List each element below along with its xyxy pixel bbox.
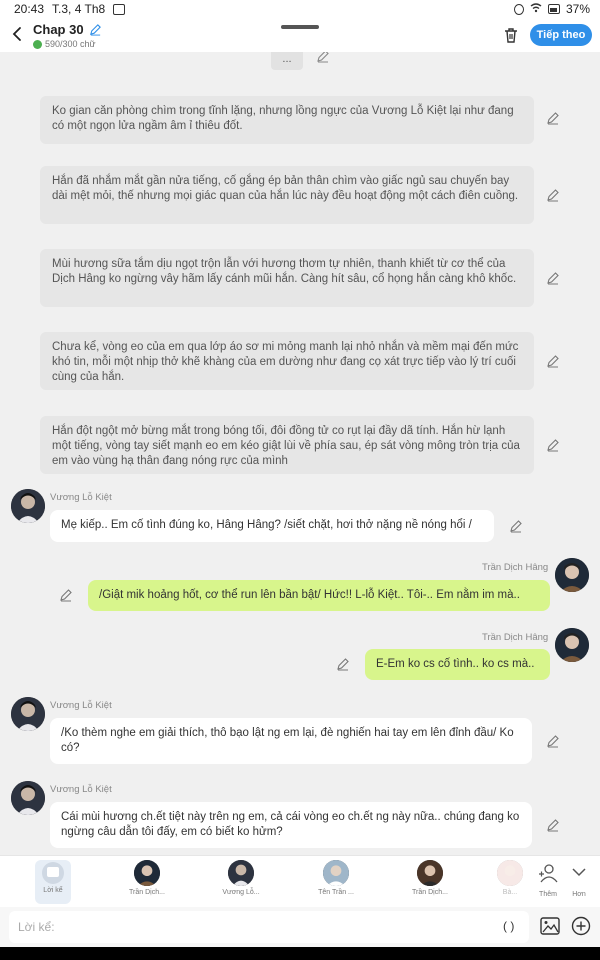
- edit-icon[interactable]: [546, 818, 560, 832]
- narration-selector[interactable]: Lời kể: [35, 860, 71, 904]
- action-parentheses-button[interactable]: ( ): [503, 919, 514, 933]
- avatar[interactable]: [11, 781, 45, 815]
- sync-icon: [513, 3, 524, 15]
- avatar[interactable]: [11, 489, 45, 523]
- navigation-bar: [0, 947, 600, 960]
- image-icon[interactable]: [540, 917, 560, 935]
- edit-icon[interactable]: [316, 52, 330, 63]
- edit-icon[interactable]: [546, 438, 560, 452]
- clock: 20:43: [14, 2, 45, 16]
- chat-area[interactable]: ... Ko gian căn phòng chìm trong tĩnh lặ…: [0, 52, 600, 855]
- message-bubble[interactable]: /Giật mik hoảng hốt, cơ thể run lên bần …: [88, 580, 550, 611]
- narration-block[interactable]: Hắn đã nhắm mắt gần nửa tiếng, cố gắng é…: [40, 166, 534, 224]
- chapter-header: Chap 30 590/300 chữ Tiếp theo: [0, 18, 600, 52]
- edit-icon[interactable]: [546, 111, 560, 125]
- date: T.3, 4 Th8: [52, 2, 106, 16]
- avatar[interactable]: [555, 628, 589, 662]
- composer: ( ): [0, 907, 600, 947]
- message-bubble[interactable]: /Ko thèm nghe em giải thích, thô bạo lật…: [50, 718, 532, 764]
- add-character-button[interactable]: Thêm: [537, 862, 559, 898]
- message-input[interactable]: [9, 911, 529, 943]
- avatar: [497, 860, 523, 886]
- back-arrow-icon[interactable]: [8, 24, 28, 44]
- battery-level: 37%: [565, 2, 590, 16]
- more-label: Hơn: [572, 891, 586, 898]
- message-bubble[interactable]: Mẹ kiếp.. Em cố tình đúng ko, Hâng Hâng?…: [50, 510, 494, 542]
- edit-icon[interactable]: [546, 271, 560, 285]
- char-label: Tên Trần ...: [318, 889, 354, 896]
- next-chapter-button[interactable]: Tiếp theo: [530, 24, 592, 46]
- status-bar: 20:43 T.3, 4 Th8 37%: [0, 0, 600, 18]
- sender-name: Vương Lỗ Kiệt: [50, 784, 112, 795]
- add-label: Thêm: [539, 891, 557, 898]
- message-bubble[interactable]: Cái mùi hương ch.ết tiệt này trên ng em,…: [50, 802, 532, 848]
- trash-icon[interactable]: [502, 26, 520, 44]
- edit-icon[interactable]: [546, 354, 560, 368]
- more-chip[interactable]: ...: [271, 52, 303, 70]
- char-label: Trần Dịch...: [129, 889, 165, 896]
- edit-icon[interactable]: [546, 188, 560, 202]
- char-label: Bà...: [502, 889, 518, 896]
- avatar: [417, 860, 443, 886]
- character-selector[interactable]: Tên Trần ...: [306, 860, 366, 904]
- character-selector[interactable]: Trần Dịch...: [400, 860, 460, 904]
- edit-icon[interactable]: [336, 657, 350, 671]
- avatar[interactable]: [11, 697, 45, 731]
- sender-name: Trần Dịch Hâng: [482, 562, 549, 573]
- wifi-icon: [530, 2, 542, 16]
- avatar: [228, 860, 254, 886]
- avatar[interactable]: [555, 558, 589, 592]
- message-bubble[interactable]: E-Em ko cs cố tình.. ko cs mà..: [365, 649, 550, 680]
- narration-icon: [42, 862, 64, 884]
- word-counter: 590/300 chữ: [45, 39, 96, 49]
- char-label: Vương Lỗ...: [222, 889, 260, 896]
- title-block: Chap 30 590/300 chữ: [33, 22, 102, 49]
- add-person-icon: [539, 864, 558, 883]
- sender-name: Vương Lỗ Kiệt: [50, 700, 112, 711]
- avatar: [323, 860, 349, 886]
- sender-name: Vương Lỗ Kiệt: [50, 492, 112, 503]
- narration-block[interactable]: Ko gian căn phòng chìm trong tĩnh lặng, …: [40, 96, 534, 144]
- narration-block[interactable]: Mùi hương sữa tắm dịu ngọt trộn lẫn với …: [40, 249, 534, 307]
- avatar: [134, 860, 160, 886]
- edit-title-icon[interactable]: [89, 23, 102, 36]
- narration-block[interactable]: Chưa kể, vòng eo của em qua lớp áo sơ mi…: [40, 332, 534, 390]
- chevron-down-icon: [572, 868, 586, 877]
- edit-icon[interactable]: [59, 588, 73, 602]
- check-icon: [33, 39, 42, 49]
- character-selector[interactable]: Trần Dịch...: [117, 860, 177, 904]
- chapter-title: Chap 30: [33, 22, 84, 37]
- edit-icon[interactable]: [546, 734, 560, 748]
- more-button[interactable]: Hơn: [570, 862, 588, 898]
- gallery-icon: [113, 3, 126, 15]
- char-label: Lời kể: [43, 887, 63, 894]
- narration-block[interactable]: Hắn đột ngột mở bừng mắt trong bóng tối,…: [40, 416, 534, 474]
- drag-handle[interactable]: [281, 25, 319, 29]
- character-selector[interactable]: Bà...: [490, 860, 530, 904]
- edit-icon[interactable]: [509, 519, 523, 533]
- battery-icon: [547, 4, 560, 14]
- plus-circle-icon[interactable]: [571, 916, 591, 936]
- character-bar: Lời kể Trần Dịch... Vương Lỗ... Tên Trần…: [0, 855, 600, 907]
- character-selector[interactable]: Vương Lỗ...: [211, 860, 271, 904]
- sender-name: Trần Dịch Hâng: [482, 632, 549, 643]
- char-label: Trần Dịch...: [412, 889, 448, 896]
